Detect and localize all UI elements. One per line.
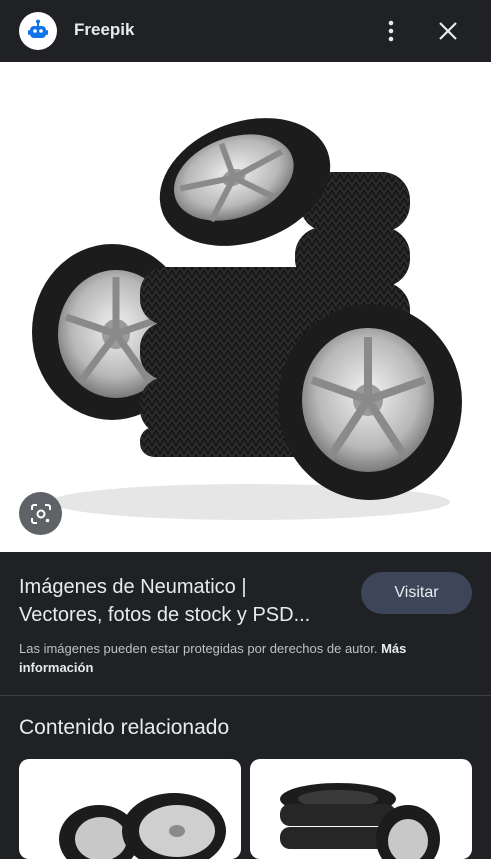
related-item-image [280,783,440,859]
site-name[interactable]: Freepik [74,20,134,40]
result-title[interactable]: Imágenes de Neumatico | Vectores, fotos … [19,573,349,629]
copyright-text: Las imágenes pueden estar protegidas por… [19,641,378,656]
divider [0,695,491,696]
visit-button[interactable]: Visitar [361,572,472,614]
copyright-notice: Las imágenes pueden estar protegidas por… [19,639,469,677]
top-bar: Freepik [0,0,491,62]
main-image[interactable] [0,62,491,552]
google-lens-icon [30,503,51,524]
result-title-line-1[interactable]: Imágenes de Neumatico | [19,573,349,601]
related-item-1[interactable] [19,759,241,859]
result-title-line-2[interactable]: Vectores, fotos de stock y PSD... [19,601,349,629]
more-options-button[interactable] [376,15,406,47]
freepik-logo-icon[interactable] [19,12,57,50]
more-vert-icon [388,20,394,42]
related-content-title: Contenido relacionado [19,716,230,739]
close-icon [439,22,457,40]
related-item-2[interactable] [250,759,472,859]
close-button[interactable] [432,15,464,47]
google-lens-button[interactable] [19,492,62,535]
tires-stack-image [32,118,462,520]
related-item-image [59,793,226,859]
